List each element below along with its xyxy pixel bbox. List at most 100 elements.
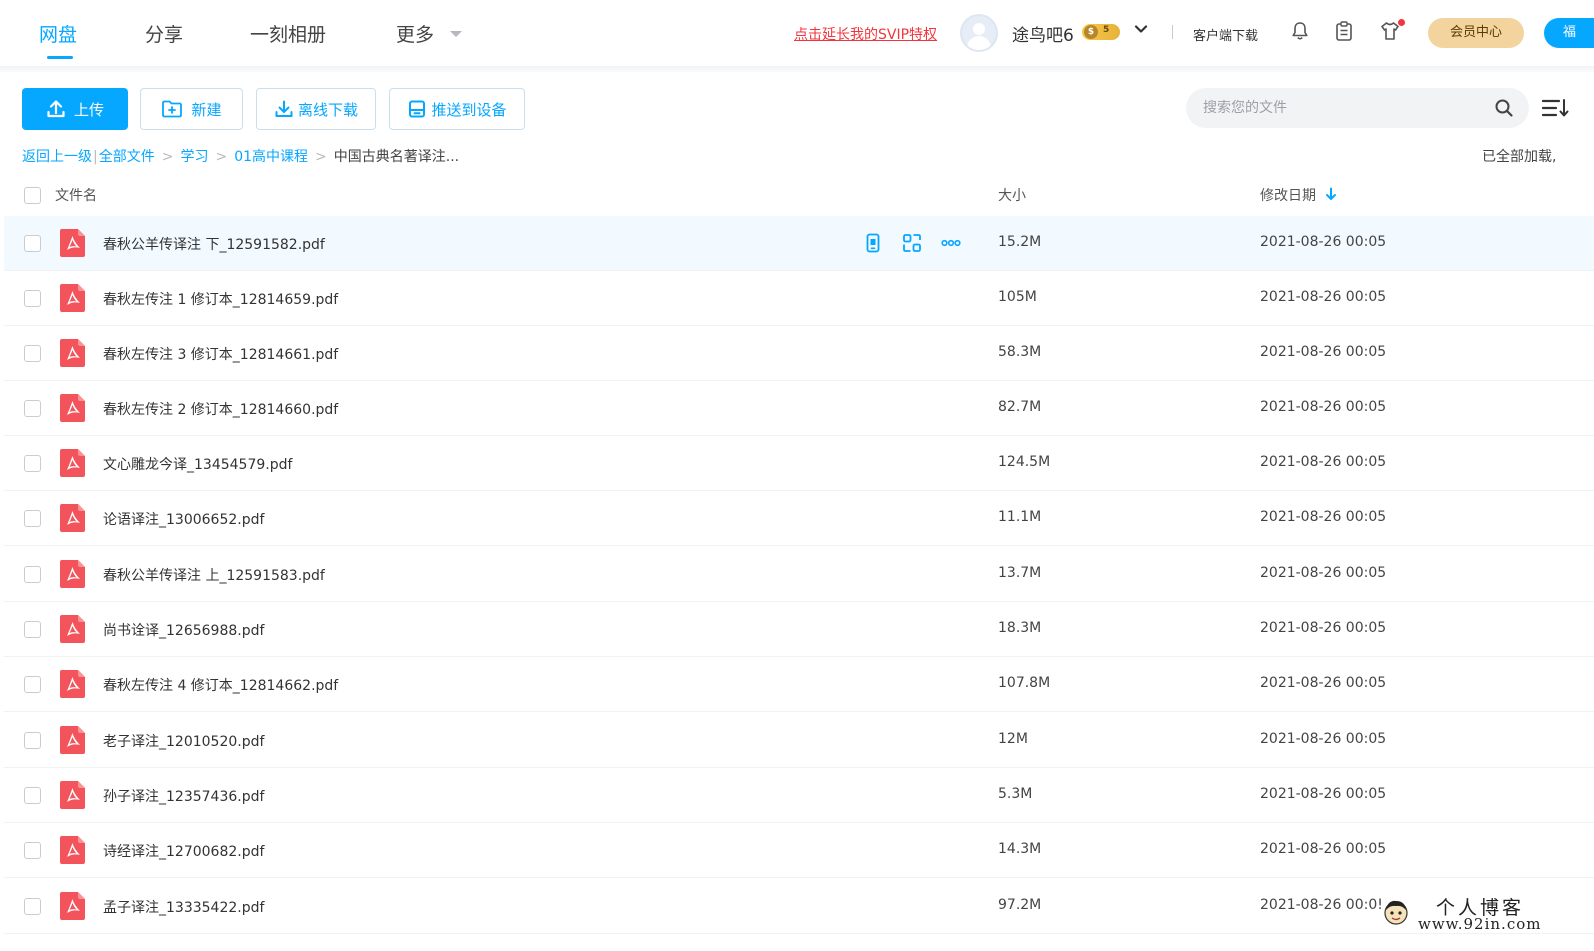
upload-button[interactable]: 上传 <box>22 88 128 130</box>
sort-desc-arrow-icon[interactable] <box>1325 187 1337 201</box>
push-to-phone-icon[interactable] <box>863 233 883 253</box>
file-size: 11.1M <box>998 509 1042 525</box>
clipboard-icon[interactable] <box>1333 20 1355 42</box>
avatar[interactable] <box>960 14 998 52</box>
file-date: 2021-08-26 00:05 <box>1260 675 1387 691</box>
file-name[interactable]: 文心雕龙今译_13454579.pdf <box>103 454 292 474</box>
row-checkbox[interactable] <box>24 898 41 915</box>
file-size: 5.3M <box>998 786 1033 802</box>
nav-tab-netdisk[interactable]: 网盘 <box>39 20 77 47</box>
nav-tab-share[interactable]: 分享 <box>145 20 183 47</box>
row-checkbox[interactable] <box>24 290 41 307</box>
client-download-link[interactable]: 客户端下载 <box>1193 25 1258 44</box>
breadcrumb-separator-icon: > <box>215 149 228 165</box>
file-date: 2021-08-26 00:05 <box>1260 399 1387 415</box>
row-checkbox[interactable] <box>24 621 41 638</box>
file-name[interactable]: 春秋左传注 2 修订本_12814660.pdf <box>103 399 338 419</box>
file-date: 2021-08-26 00:05 <box>1260 731 1387 747</box>
column-header-name[interactable]: 文件名 <box>55 185 97 205</box>
breadcrumb-item-study[interactable]: 学习 <box>180 149 208 165</box>
list-view-icon[interactable] <box>1542 97 1570 119</box>
member-center-button[interactable]: 会员中心 <box>1428 18 1524 48</box>
load-status-text: 已全部加载, <box>1482 149 1557 165</box>
bell-icon[interactable] <box>1289 20 1311 42</box>
table-row[interactable]: 春秋公羊传译注 上_12591583.pdf 13.7M 2021-08-26 … <box>4 547 1594 602</box>
more-options-icon[interactable] <box>941 233 961 253</box>
file-name[interactable]: 春秋左传注 3 修订本_12814661.pdf <box>103 344 338 364</box>
nav-tab-more[interactable]: 更多 <box>396 20 434 47</box>
table-row[interactable]: 尚书诠译_12656988.pdf 18.3M 2021-08-26 00:05 <box>4 602 1594 657</box>
search-input[interactable] <box>1203 97 1483 119</box>
pdf-file-icon <box>60 892 85 920</box>
welfare-button[interactable]: 福 <box>1544 18 1594 48</box>
table-row[interactable]: 春秋左传注 3 修订本_12814661.pdf 58.3M 2021-08-2… <box>4 326 1594 381</box>
table-row[interactable]: 春秋公羊传译注 下_12591582.pdf 15.2M 2021-08-26 … <box>4 216 1594 271</box>
file-name[interactable]: 春秋左传注 1 修订本_12814659.pdf <box>103 289 338 309</box>
cartoon-face-icon <box>1384 900 1408 925</box>
pdf-file-icon <box>60 449 85 477</box>
file-name[interactable]: 孙子译注_12357436.pdf <box>103 786 264 806</box>
table-row[interactable]: 春秋左传注 2 修订本_12814660.pdf 82.7M 2021-08-2… <box>4 381 1594 436</box>
table-row[interactable]: 论语译注_13006652.pdf 11.1M 2021-08-26 00:05 <box>4 491 1594 546</box>
row-checkbox[interactable] <box>24 510 41 527</box>
file-name[interactable]: 老子译注_12010520.pdf <box>103 731 264 751</box>
row-checkbox[interactable] <box>24 400 41 417</box>
coin-icon: $ <box>1084 25 1098 39</box>
pdf-file-icon <box>60 560 85 588</box>
new-folder-button[interactable]: 新建 <box>140 88 243 130</box>
new-folder-icon <box>162 100 183 118</box>
file-name[interactable]: 春秋左传注 4 修订本_12814662.pdf <box>103 675 338 695</box>
offline-download-button[interactable]: 离线下载 <box>256 88 376 130</box>
caret-down-icon[interactable] <box>450 31 462 37</box>
pdf-file-icon <box>60 615 85 643</box>
file-name[interactable]: 春秋公羊传译注 上_12591583.pdf <box>103 565 325 585</box>
chevron-down-icon[interactable] <box>1134 22 1148 36</box>
file-date: 2021-08-26 00:05 <box>1260 786 1387 802</box>
row-checkbox[interactable] <box>24 345 41 362</box>
pdf-file-icon <box>60 339 85 367</box>
nav-active-indicator <box>47 56 73 59</box>
table-row[interactable]: 文心雕龙今译_13454579.pdf 124.5M 2021-08-26 00… <box>4 436 1594 491</box>
file-name[interactable]: 论语译注_13006652.pdf <box>103 509 264 529</box>
row-checkbox[interactable] <box>24 566 41 583</box>
table-row[interactable]: 孙子译注_12357436.pdf 5.3M 2021-08-26 00:05 <box>4 768 1594 823</box>
select-all-checkbox[interactable] <box>24 187 41 204</box>
row-checkbox[interactable] <box>24 732 41 749</box>
file-name[interactable]: 孟子译注_13335422.pdf <box>103 897 264 917</box>
device-icon <box>409 100 426 118</box>
row-checkbox[interactable] <box>24 235 41 252</box>
row-checkbox[interactable] <box>24 842 41 859</box>
pdf-file-icon <box>60 781 85 809</box>
pdf-file-icon <box>60 504 85 532</box>
breadcrumb-current: 中国古典名著译注... <box>333 149 460 165</box>
row-checkbox[interactable] <box>24 676 41 693</box>
watermark-url: www.92in.com <box>1418 915 1542 933</box>
breadcrumb-divider: | <box>93 149 98 165</box>
svip-promo-link[interactable]: 点击延长我的SVIP特权 <box>794 24 937 44</box>
row-checkbox[interactable] <box>24 455 41 472</box>
level-badge: $ 5 <box>1082 24 1120 40</box>
table-row[interactable]: 诗经译注_12700682.pdf 14.3M 2021-08-26 00:05 <box>4 823 1594 878</box>
file-name[interactable]: 春秋公羊传译注 下_12591582.pdf <box>103 234 325 254</box>
table-row[interactable]: 春秋左传注 1 修订本_12814659.pdf 105M 2021-08-26… <box>4 271 1594 326</box>
breadcrumb-item-course[interactable]: 01高中课程 <box>234 149 308 165</box>
share-link-icon[interactable] <box>902 233 922 253</box>
file-name[interactable]: 尚书诠译_12656988.pdf <box>103 620 264 640</box>
file-size: 58.3M <box>998 344 1042 360</box>
file-date: 2021-08-26 00:05 <box>1260 289 1387 305</box>
column-header-size[interactable]: 大小 <box>998 185 1026 205</box>
push-to-device-button[interactable]: 推送到设备 <box>389 88 525 130</box>
row-checkbox[interactable] <box>24 787 41 804</box>
nav-tab-album[interactable]: 一刻相册 <box>250 20 326 47</box>
file-name[interactable]: 诗经译注_12700682.pdf <box>103 841 264 861</box>
table-row[interactable]: 老子译注_12010520.pdf 12M 2021-08-26 00:05 <box>4 713 1594 768</box>
pdf-file-icon <box>60 726 85 754</box>
file-size: 107.8M <box>998 675 1051 691</box>
column-header-date[interactable]: 修改日期 <box>1260 185 1316 205</box>
breadcrumb-back[interactable]: 返回上一级 <box>22 149 92 165</box>
username[interactable]: 途鸟吧6 <box>1012 21 1074 46</box>
table-row[interactable]: 孟子译注_13335422.pdf 97.2M 2021-08-26 00:0! <box>4 879 1594 934</box>
breadcrumb-item-all-files[interactable]: 全部文件 <box>99 149 155 165</box>
search-icon[interactable] <box>1494 98 1514 118</box>
table-row[interactable]: 春秋左传注 4 修订本_12814662.pdf 107.8M 2021-08-… <box>4 657 1594 712</box>
